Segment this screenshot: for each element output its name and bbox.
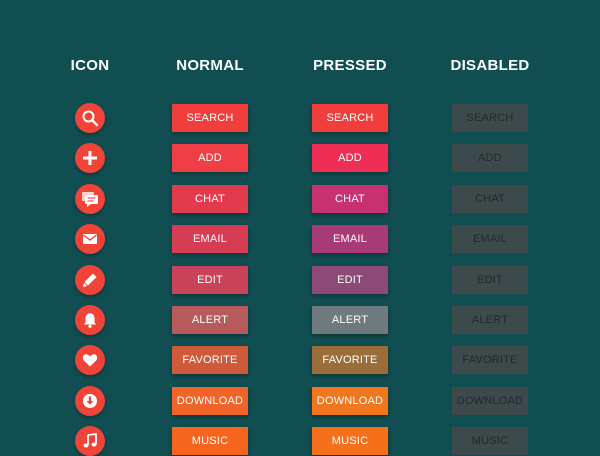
email-icon[interactable] [75, 224, 105, 254]
email-button-normal[interactable]: EMAIL [172, 225, 248, 253]
add-button-disabled: ADD [452, 144, 528, 172]
header-normal: NORMAL [176, 57, 244, 74]
email-button-disabled: EMAIL [452, 225, 528, 253]
pencil-icon[interactable] [75, 265, 105, 295]
alert-button-normal[interactable]: ALERT [172, 306, 248, 334]
favorite-button-pressed[interactable]: FAVORITE [312, 346, 388, 374]
chat-button-pressed[interactable]: CHAT [312, 185, 388, 213]
add-button-pressed[interactable]: ADD [312, 144, 388, 172]
row-music: MUSIC MUSIC MUSIC [0, 426, 600, 456]
heart-icon[interactable] [75, 345, 105, 375]
music-button-disabled: MUSIC [452, 427, 528, 455]
email-button-pressed[interactable]: EMAIL [312, 225, 388, 253]
plus-icon[interactable] [75, 143, 105, 173]
search-button-normal[interactable]: SEARCH [172, 104, 248, 132]
music-icon[interactable] [75, 426, 105, 456]
chat-icon[interactable] [75, 184, 105, 214]
edit-button-normal[interactable]: EDIT [172, 266, 248, 294]
row-email: EMAIL EMAIL EMAIL [0, 224, 600, 254]
chat-button-normal[interactable]: CHAT [172, 185, 248, 213]
download-button-normal[interactable]: DOWNLOAD [172, 387, 248, 415]
row-alert: ALERT ALERT ALERT [0, 305, 600, 335]
header-pressed: PRESSED [313, 57, 387, 74]
row-edit: EDIT EDIT EDIT [0, 265, 600, 295]
download-icon[interactable] [75, 386, 105, 416]
row-add: ADD ADD ADD [0, 143, 600, 173]
bell-icon[interactable] [75, 305, 105, 335]
search-button-disabled: SEARCH [452, 104, 528, 132]
favorite-button-normal[interactable]: FAVORITE [172, 346, 248, 374]
search-icon[interactable] [75, 103, 105, 133]
favorite-button-disabled: FAVORITE [452, 346, 528, 374]
alert-button-pressed[interactable]: ALERT [312, 306, 388, 334]
chat-button-disabled: CHAT [452, 185, 528, 213]
edit-button-disabled: EDIT [452, 266, 528, 294]
music-button-pressed[interactable]: MUSIC [312, 427, 388, 455]
row-search: SEARCH SEARCH SEARCH [0, 103, 600, 133]
row-favorite: FAVORITE FAVORITE FAVORITE [0, 345, 600, 375]
add-button-normal[interactable]: ADD [172, 144, 248, 172]
music-button-normal[interactable]: MUSIC [172, 427, 248, 455]
download-button-disabled: DOWNLOAD [452, 387, 528, 415]
header-icon: ICON [70, 57, 110, 74]
search-button-pressed[interactable]: SEARCH [312, 104, 388, 132]
edit-button-pressed[interactable]: EDIT [312, 266, 388, 294]
alert-button-disabled: ALERT [452, 306, 528, 334]
row-download: DOWNLOAD DOWNLOAD DOWNLOAD [0, 386, 600, 416]
row-chat: CHAT CHAT CHAT [0, 184, 600, 214]
header-disabled: DISABLED [450, 57, 530, 74]
download-button-pressed[interactable]: DOWNLOAD [312, 387, 388, 415]
